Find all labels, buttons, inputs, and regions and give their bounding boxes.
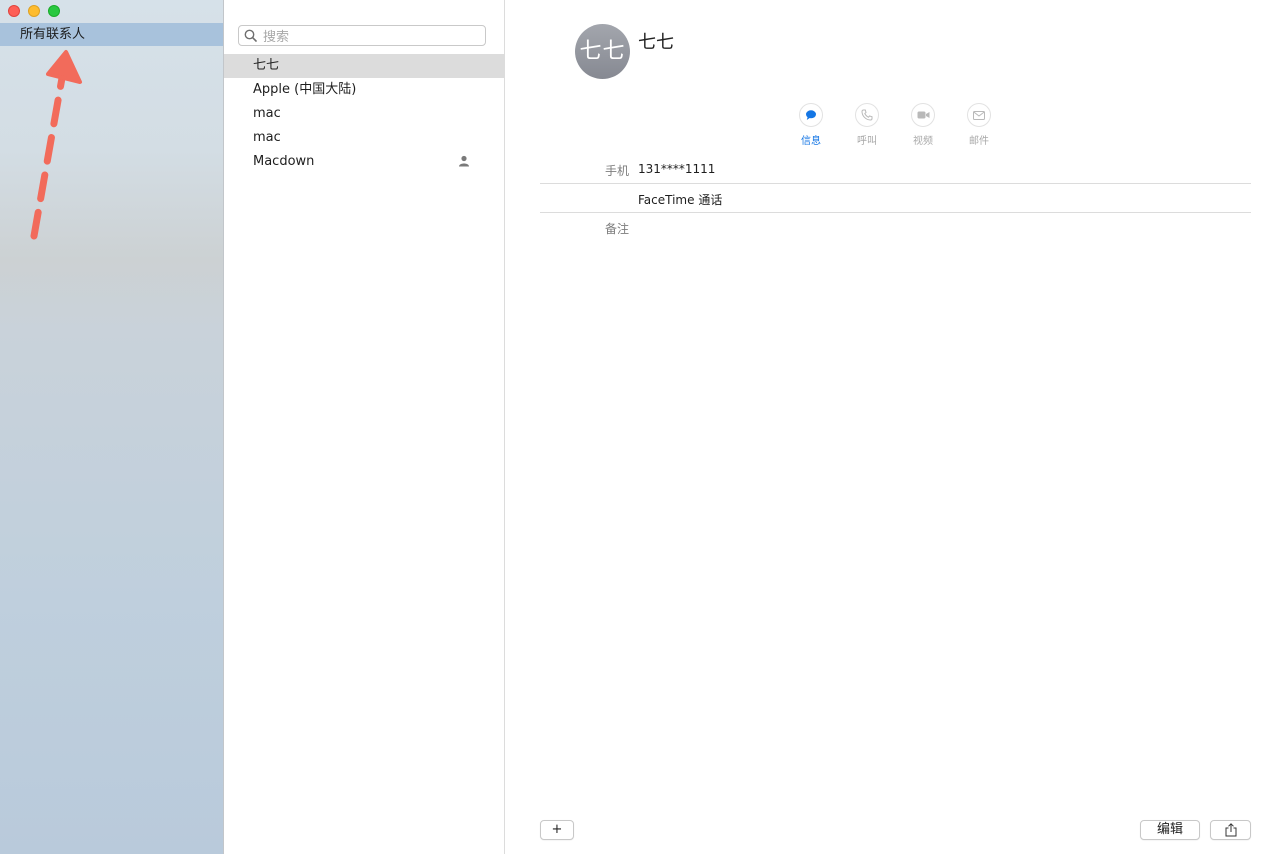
contact-name: Macdown	[253, 154, 315, 169]
contact-item[interactable]: mac	[224, 102, 504, 126]
contact-name: mac	[253, 106, 281, 121]
window-controls	[8, 5, 60, 17]
contact-item[interactable]: 七七	[224, 54, 504, 78]
contact-item[interactable]: Macdown	[224, 150, 504, 174]
facetime-link[interactable]: FaceTime 通话	[638, 191, 722, 208]
add-button[interactable]: +	[540, 820, 574, 840]
message-action-button[interactable]: 信息	[799, 103, 823, 147]
facetime-field-row: FaceTime 通话	[540, 184, 1251, 213]
my-card-person-icon	[459, 155, 469, 167]
edit-button-label: 编辑	[1156, 822, 1183, 837]
mobile-value[interactable]: 131****1111	[638, 162, 715, 176]
add-button-label: +	[551, 822, 563, 837]
mobile-field-row: 手机 131****1111	[540, 155, 1251, 184]
edit-button[interactable]: 编辑	[1140, 820, 1200, 840]
search-placeholder: 搜索	[263, 30, 290, 45]
phone-icon	[861, 109, 873, 121]
avatar: 七七	[575, 24, 630, 79]
minimize-button[interactable]	[28, 5, 40, 17]
search-field[interactable]: 搜索	[238, 25, 486, 46]
notes-field-row: 备注	[540, 213, 1251, 242]
sidebar-item-label: 所有联系人	[20, 27, 86, 42]
contact-full-name: 七七	[638, 32, 674, 53]
share-button[interactable]	[1210, 820, 1251, 840]
call-action-label: 呼叫	[857, 136, 877, 147]
notes-label: 备注	[604, 222, 629, 236]
mail-icon	[973, 110, 985, 120]
contact-detail-pane: 七七 七七 信息 呼叫 视频 邮件 手机 131****1111 FaceTim…	[505, 0, 1286, 854]
quick-actions: 信息 呼叫 视频 邮件	[799, 103, 991, 147]
contact-list-pane: 搜索 七七 Apple (中国大陆) mac mac Macdown	[224, 0, 505, 854]
contact-item[interactable]: Apple (中国大陆)	[224, 78, 504, 102]
video-action-label: 视频	[913, 136, 933, 147]
contact-name: Apple (中国大陆)	[253, 82, 357, 97]
mail-action-label: 邮件	[969, 136, 989, 147]
search-icon	[244, 29, 257, 42]
share-icon	[1225, 823, 1236, 837]
annotation-arrow-icon	[30, 50, 82, 240]
close-button[interactable]	[8, 5, 20, 17]
contact-name: mac	[253, 130, 281, 145]
contact-name: 七七	[253, 58, 280, 73]
sidebar-item-all-contacts[interactable]: 所有联系人	[0, 23, 223, 46]
contact-item[interactable]: mac	[224, 126, 504, 150]
video-action-button[interactable]: 视频	[911, 103, 935, 147]
call-action-button[interactable]: 呼叫	[855, 103, 879, 147]
zoom-button[interactable]	[48, 5, 60, 17]
video-icon	[917, 111, 929, 119]
message-icon	[806, 110, 816, 120]
mail-action-button[interactable]: 邮件	[967, 103, 991, 147]
mobile-label: 手机	[604, 164, 629, 178]
contacts-window: 所有联系人 搜索 七七 Apple (中国大陆) mac mac Macdown…	[0, 0, 1286, 854]
sidebar: 所有联系人	[0, 0, 224, 854]
message-action-label: 信息	[801, 136, 821, 147]
